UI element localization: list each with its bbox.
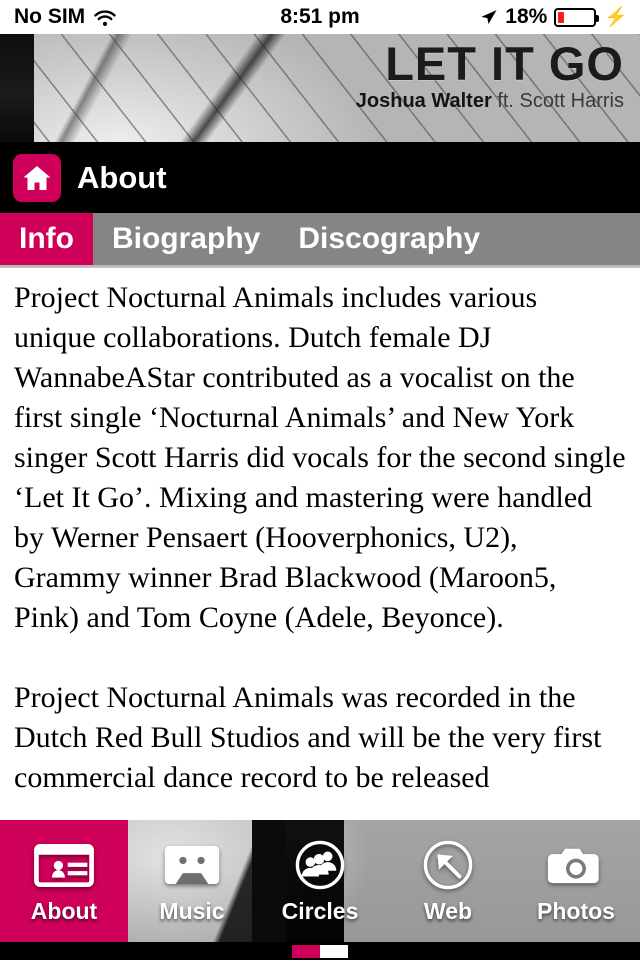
- bottom-bar-items: About Music Circles Web Photos: [0, 820, 640, 942]
- status-bar-right: 18% ⚡: [479, 5, 628, 29]
- arrow-circle-icon: [423, 837, 473, 893]
- page-indicator-dot-active[interactable]: [292, 944, 320, 958]
- bottom-tab-label: Web: [423, 898, 473, 924]
- paragraph-2: Project Nocturnal Animals was recorded i…: [14, 681, 602, 794]
- bottom-bar-footer: [0, 942, 640, 960]
- bottom-tab-photos[interactable]: Photos: [512, 820, 640, 942]
- segmented-tab-bar: Info Biography Discography: [0, 213, 640, 265]
- lightning-bolt-icon: ⚡: [604, 6, 628, 28]
- camera-icon: [547, 837, 605, 893]
- battery-percent-label: 18%: [505, 5, 548, 28]
- banner-crease-decoration: [141, 34, 329, 142]
- page-indicator-dot[interactable]: [320, 944, 348, 958]
- people-circle-icon: [295, 837, 345, 893]
- bottom-tab-label: Circles: [281, 898, 359, 924]
- banner-subtitle: Joshua Walter ft. Scott Harris: [356, 90, 624, 113]
- tab-biography[interactable]: Biography: [93, 213, 279, 265]
- banner-featuring: ft. Scott Harris: [491, 89, 624, 112]
- about-info-content[interactable]: Project Nocturnal Animals includes vario…: [0, 268, 640, 820]
- home-button[interactable]: [13, 153, 61, 202]
- bottom-tab-web[interactable]: Web: [384, 820, 512, 942]
- status-bar: No SIM 8:51 pm 18% ⚡: [0, 0, 640, 34]
- paragraph-1: Project Nocturnal Animals includes vario…: [14, 281, 626, 634]
- bottom-tab-music[interactable]: Music: [128, 820, 256, 942]
- banner-text-block: LET IT GO Joshua Walter ft. Scott Harris: [356, 40, 624, 113]
- location-arrow-icon: [479, 8, 498, 27]
- bottom-tab-label: About: [30, 898, 98, 924]
- bottom-tab-circles[interactable]: Circles: [256, 820, 384, 942]
- id-card-icon: [34, 837, 94, 893]
- page-indicator[interactable]: [292, 944, 348, 958]
- battery-icon: [554, 7, 600, 27]
- bottom-tab-label: Photos: [537, 898, 615, 924]
- nav-header: About: [0, 142, 640, 213]
- cassette-tape-icon: [163, 837, 221, 893]
- banner-dark-edge: [0, 34, 34, 142]
- page-title: About: [77, 159, 167, 195]
- tab-info[interactable]: Info: [0, 213, 93, 265]
- home-icon: [21, 162, 53, 194]
- tab-discography[interactable]: Discography: [279, 213, 499, 265]
- banner-title: LET IT GO: [385, 37, 624, 90]
- bottom-tab-bar: About Music Circles Web Photos: [0, 820, 640, 960]
- album-banner[interactable]: LET IT GO Joshua Walter ft. Scott Harris: [0, 34, 640, 142]
- bottom-tab-label: Music: [159, 898, 225, 924]
- bottom-tab-about[interactable]: About: [0, 820, 128, 942]
- banner-artist: Joshua Walter: [355, 89, 492, 112]
